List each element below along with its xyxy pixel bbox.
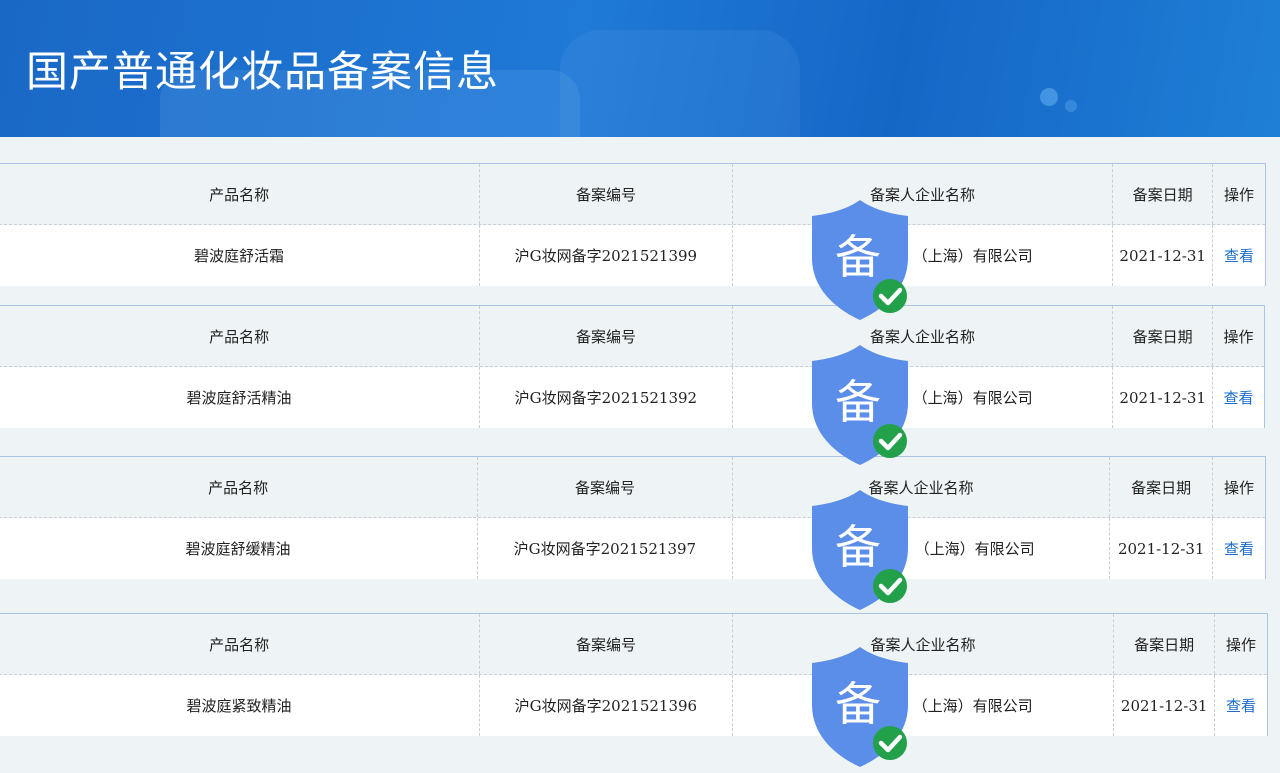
record-table: 产品名称 备案编号 备案人企业名称 备案日期 操作 碧波庭舒活精油 沪G妆网备字… <box>0 305 1265 428</box>
column-header-product: 产品名称 <box>0 164 481 224</box>
record-table: 产品名称 备案编号 备案人企业名称 备案日期 操作 碧波庭舒缓精油 沪G妆网备字… <box>0 456 1266 579</box>
header-decoration <box>560 30 800 137</box>
filing-number: 沪G妆网备字2021521392 <box>480 367 733 428</box>
view-link[interactable]: 查看 <box>1213 367 1264 428</box>
column-header-company: 备案人企业名称 <box>733 457 1111 517</box>
filing-shield-icon: 备 <box>812 647 908 767</box>
column-header-date: 备案日期 <box>1110 457 1214 517</box>
filing-shield-icon: 备 <box>812 345 908 465</box>
column-header-action: 操作 <box>1224 478 1255 497</box>
column-header-number: 备案编号 <box>480 614 733 674</box>
table-row: 碧波庭舒活精油 沪G妆网备字2021521392 （上海）有限公司 2021-1… <box>0 367 1264 428</box>
product-name: 碧波庭舒缓精油 <box>0 518 479 579</box>
company-name: （上海）有限公司 <box>733 518 1111 579</box>
filing-date: 2021-12-31 <box>1113 225 1214 286</box>
svg-text:备: 备 <box>835 677 881 731</box>
column-header-product: 产品名称 <box>0 457 479 517</box>
company-name: （上海）有限公司 <box>733 225 1114 286</box>
product-name: 碧波庭舒活霜 <box>0 225 481 286</box>
column-header-product: 产品名称 <box>0 306 481 366</box>
filing-shield-icon: 备 <box>812 490 908 610</box>
filing-date: 2021-12-31 <box>1113 367 1214 428</box>
product-name: 碧波庭紧致精油 <box>0 675 481 736</box>
table-row: 碧波庭紧致精油 沪G妆网备字2021521396 （上海）有限公司 2021-1… <box>0 675 1267 736</box>
company-name: （上海）有限公司 <box>733 675 1115 736</box>
record-table: 产品名称 备案编号 备案人企业名称 备案日期 操作 碧波庭舒活霜 沪G妆网备字2… <box>0 163 1266 286</box>
column-header-number: 备案编号 <box>478 457 733 517</box>
filing-shield-icon: 备 <box>812 200 908 320</box>
page-title: 国产普通化妆品备案信息 <box>26 47 500 96</box>
table-row: 碧波庭舒缓精油 沪G妆网备字2021521397 （上海）有限公司 2021-1… <box>0 518 1265 579</box>
table-header-row: 产品名称 备案编号 备案人企业名称 备案日期 操作 <box>0 457 1265 518</box>
column-header-product: 产品名称 <box>0 614 481 674</box>
table-header-row: 产品名称 备案编号 备案人企业名称 备案日期 操作 <box>0 306 1264 367</box>
column-header-number: 备案编号 <box>480 164 733 224</box>
column-header-company: 备案人企业名称 <box>733 614 1115 674</box>
view-link[interactable]: 查看 <box>1215 675 1267 736</box>
column-header-company: 备案人企业名称 <box>733 164 1114 224</box>
column-header-date: 备案日期 <box>1113 164 1214 224</box>
record-table: 产品名称 备案编号 备案人企业名称 备案日期 操作 碧波庭紧致精油 沪G妆网备字… <box>0 613 1268 736</box>
filing-date: 2021-12-31 <box>1110 518 1214 579</box>
header-decoration <box>1040 88 1058 106</box>
table-header-row: 产品名称 备案编号 备案人企业名称 备案日期 操作 <box>0 614 1267 675</box>
table-header-row: 产品名称 备案编号 备案人企业名称 备案日期 操作 <box>0 164 1265 225</box>
view-link[interactable]: 查看 <box>1213 518 1265 579</box>
column-header-action: 操作 <box>1226 635 1257 654</box>
company-name: （上海）有限公司 <box>733 367 1114 428</box>
column-header-action: 操作 <box>1224 185 1255 204</box>
filing-number: 沪G妆网备字2021521397 <box>478 518 733 579</box>
filing-number: 沪G妆网备字2021521396 <box>480 675 733 736</box>
view-link[interactable]: 查看 <box>1213 225 1265 286</box>
product-name: 碧波庭舒活精油 <box>0 367 481 428</box>
column-header-number: 备案编号 <box>480 306 733 366</box>
filing-number: 沪G妆网备字2021521399 <box>480 225 733 286</box>
svg-text:备: 备 <box>835 230 881 284</box>
column-header-company: 备案人企业名称 <box>733 306 1114 366</box>
column-header-action: 操作 <box>1223 327 1254 346</box>
table-row: 碧波庭舒活霜 沪G妆网备字2021521399 （上海）有限公司 2021-12… <box>0 225 1265 286</box>
svg-text:备: 备 <box>835 375 881 429</box>
column-header-date: 备案日期 <box>1113 306 1214 366</box>
filing-date: 2021-12-31 <box>1114 675 1216 736</box>
column-header-date: 备案日期 <box>1114 614 1216 674</box>
svg-text:备: 备 <box>835 520 881 574</box>
page-header: 国产普通化妆品备案信息 <box>0 0 1280 137</box>
header-decoration <box>1065 100 1077 112</box>
